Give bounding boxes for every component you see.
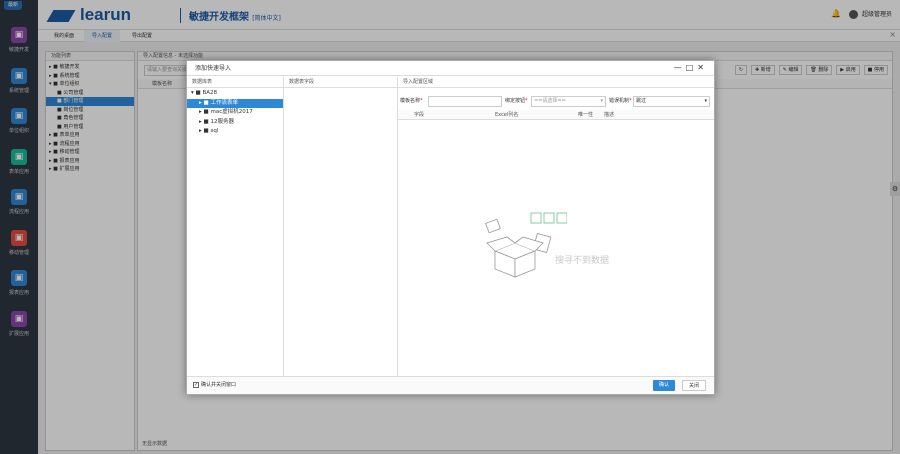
maximize-icon[interactable]: □ xyxy=(686,63,698,72)
error-mechanism-select[interactable]: 跳过 ▾ xyxy=(633,96,710,107)
col-field: 字段 xyxy=(414,112,425,118)
table-fields-header: 数据表字段 xyxy=(284,77,397,88)
bind-button-label: 绑定按钮* xyxy=(505,98,528,104)
dialog-title: 添加快速导入 xyxy=(187,61,714,76)
dialog-footer: ✓ 确认并关闭窗口 确认 关闭 xyxy=(187,376,714,394)
table-fields-column: 数据表字段 xyxy=(284,77,398,377)
config-grid-header: 字段 Excel列名 唯一性 描述 xyxy=(398,110,714,120)
import-config-header: 导入配置区域 xyxy=(398,77,714,88)
db-table-header: 数据库表 xyxy=(187,77,283,88)
db-tree-item[interactable]: ▾ ■ BA28 xyxy=(187,89,283,99)
db-tree-label: 工作流表单 xyxy=(210,99,238,106)
db-tree-label: sql xyxy=(210,128,219,134)
import-dialog: 添加快速导入 —□✕ 数据库表 ▾ ■ BA28 ▸ ■ 工作流表单 ▸ ■ mac… xyxy=(186,60,715,395)
empty-state: 搜寻不到数据 xyxy=(477,211,647,281)
close-icon[interactable]: ✕ xyxy=(697,63,708,72)
db-table-column: 数据库表 ▾ ■ BA28 ▸ ■ 工作流表单 ▸ ■ mac虚拟机2017 ▸ ■ … xyxy=(187,77,284,377)
db-tree-item[interactable]: ▸ ■ sql xyxy=(187,127,283,137)
db-tree-label: 12服务器 xyxy=(210,118,234,125)
chevron-down-icon: ▾ xyxy=(600,98,603,104)
close-after-confirm-checkbox[interactable]: ✓ 确认并关闭窗口 xyxy=(193,381,236,390)
col-unique: 唯一性 xyxy=(578,112,594,118)
col-description: 描述 xyxy=(604,112,615,118)
db-tree-item[interactable]: ▸ ■ 12服务器 xyxy=(187,118,283,128)
error-mechanism-label: 错误机制* xyxy=(609,98,632,104)
template-name-label: 模板名称* xyxy=(400,98,423,104)
bind-button-select[interactable]: ==请选择== ▾ xyxy=(531,96,606,107)
checkbox-checked-icon[interactable]: ✓ xyxy=(193,381,199,388)
minimize-icon[interactable]: — xyxy=(674,63,686,72)
confirm-button[interactable]: 确认 xyxy=(653,380,676,391)
empty-text: 搜寻不到数据 xyxy=(555,256,610,266)
chevron-down-icon: ▾ xyxy=(704,98,707,104)
template-name-input[interactable] xyxy=(428,96,502,107)
db-tree-item[interactable]: ▸ ■ 工作流表单 xyxy=(187,98,283,108)
empty-box-icon xyxy=(485,212,568,278)
close-button[interactable]: 关闭 xyxy=(682,380,707,391)
col-excel-name: Excel列名 xyxy=(495,112,519,118)
db-tree-item[interactable]: ▸ ■ mac虚拟机2017 xyxy=(187,108,283,118)
db-tree-label: mac虚拟机2017 xyxy=(210,109,253,115)
dialog-controls: —□✕ xyxy=(674,63,708,72)
db-tree-label: BA28 xyxy=(202,90,218,96)
